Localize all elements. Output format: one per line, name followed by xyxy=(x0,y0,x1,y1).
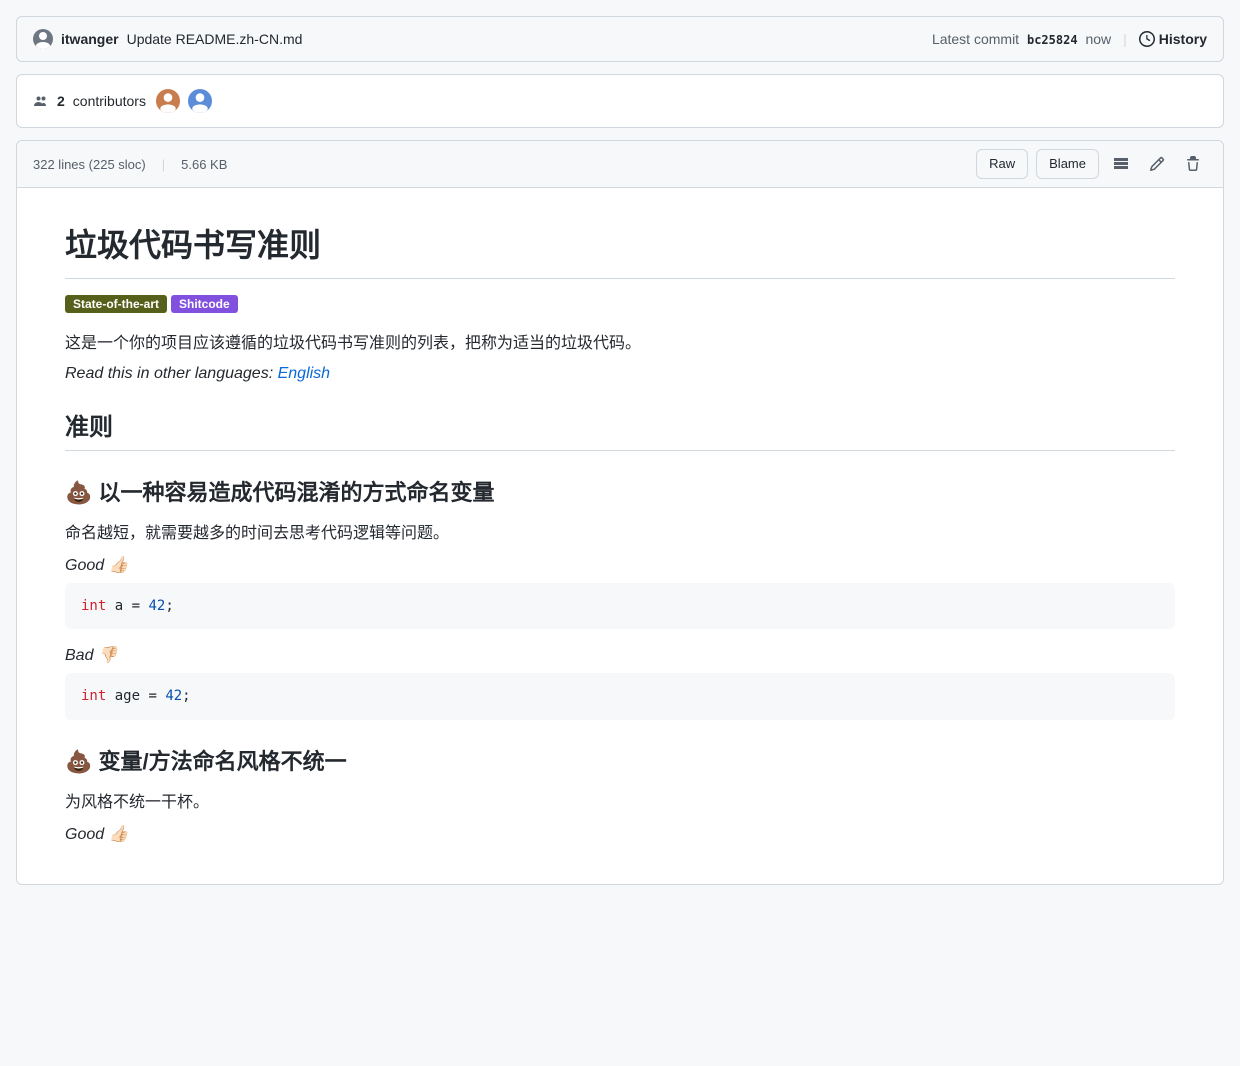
contributor-avatar-1[interactable] xyxy=(154,87,182,115)
display-mode-button[interactable] xyxy=(1107,150,1135,178)
rule-1-bad-label: Bad 👎🏻 xyxy=(65,645,1175,665)
file-meta-divider: | xyxy=(162,157,165,172)
contributors-label: contributors xyxy=(73,93,146,109)
file-meta: 322 lines (225 sloc) | 5.66 KB xyxy=(33,157,227,172)
history-icon xyxy=(1139,31,1155,47)
file-actions: Raw Blame xyxy=(976,149,1207,179)
file-toolbar: 322 lines (225 sloc) | 5.66 KB Raw Blame xyxy=(17,141,1223,188)
readme-other-lang: Read this in other languages: English xyxy=(65,365,1175,383)
contributors-bar: 2 contributors xyxy=(16,74,1224,128)
badge-row: State-of-the-art Shitcode xyxy=(65,295,1175,313)
rule-1-good-code: int a = 42; xyxy=(65,583,1175,629)
code-semi-2: ; xyxy=(182,688,190,704)
rule-1-heading: 💩 以一种容易造成代码混淆的方式命名变量 xyxy=(65,475,1175,507)
commit-latest-label: Latest commit bc25824 now xyxy=(932,31,1111,47)
code-keyword-2: int xyxy=(81,688,106,704)
readme-description: 这是一个你的项目应该遵循的垃圾代码书写准则的列表，把称为适当的垃圾代码。 xyxy=(65,329,1175,353)
file-size: 5.66 KB xyxy=(181,157,227,172)
commit-time: now xyxy=(1085,31,1111,47)
code-number-1: 42 xyxy=(148,598,165,614)
rule-2-section: 💩 变量/方法命名风格不统一 为风格不统一干杯。 Good 👍🏻 xyxy=(65,744,1175,844)
file-lines: 322 lines (225 sloc) xyxy=(33,157,146,172)
display-icon xyxy=(1113,156,1129,172)
history-link[interactable]: History xyxy=(1139,31,1207,47)
rules-section-title: 准则 xyxy=(65,407,1175,451)
rule-2-heading: 💩 变量/方法命名风格不统一 xyxy=(65,744,1175,776)
delete-button[interactable] xyxy=(1179,150,1207,178)
blame-button[interactable]: Blame xyxy=(1036,149,1099,179)
readme-title: 垃圾代码书写准则 xyxy=(65,220,1175,279)
avatar-img-2 xyxy=(188,87,212,115)
code-keyword-1: int xyxy=(81,598,106,614)
rule-1-bad-code: int age = 42; xyxy=(65,673,1175,719)
rule-2-desc: 为风格不统一干杯。 xyxy=(65,788,1175,812)
commit-bar: itwanger Update README.zh-CN.md Latest c… xyxy=(16,16,1224,62)
contributors-count: 2 xyxy=(57,93,65,109)
rule-2-good-label: Good 👍🏻 xyxy=(65,824,1175,844)
file-viewer: 322 lines (225 sloc) | 5.66 KB Raw Blame xyxy=(16,140,1224,885)
rule-1-good-label: Good 👍🏻 xyxy=(65,555,1175,575)
commit-message: Update README.zh-CN.md xyxy=(127,31,303,47)
contributors-avatars xyxy=(154,87,214,115)
commit-hash[interactable]: bc25824 xyxy=(1027,33,1078,47)
contributors-icon xyxy=(33,93,49,109)
history-label: History xyxy=(1159,31,1207,47)
code-semi-1: ; xyxy=(165,598,173,614)
pencil-icon xyxy=(1149,156,1165,172)
badge-shitcode: Shitcode xyxy=(171,295,238,313)
badge-state-of-art: State-of-the-art xyxy=(65,295,167,313)
raw-button[interactable]: Raw xyxy=(976,149,1028,179)
english-link[interactable]: English xyxy=(278,365,330,382)
edit-button[interactable] xyxy=(1143,150,1171,178)
commit-author-avatar xyxy=(33,29,53,49)
commit-info-right: Latest commit bc25824 now | History xyxy=(932,31,1207,47)
commit-author[interactable]: itwanger xyxy=(61,31,119,47)
code-text-2: age = xyxy=(106,688,165,704)
contributor-avatar-2[interactable] xyxy=(186,87,214,115)
rule-1-desc: 命名越短，就需要越多的时间去思考代码逻辑等问题。 xyxy=(65,519,1175,543)
file-content: 垃圾代码书写准则 State-of-the-art Shitcode 这是一个你… xyxy=(17,188,1223,884)
code-text-1: a = xyxy=(106,598,148,614)
commit-info-left: itwanger Update README.zh-CN.md xyxy=(33,29,302,49)
trash-icon xyxy=(1185,156,1201,172)
code-number-2: 42 xyxy=(165,688,182,704)
avatar-img-1 xyxy=(156,87,180,115)
